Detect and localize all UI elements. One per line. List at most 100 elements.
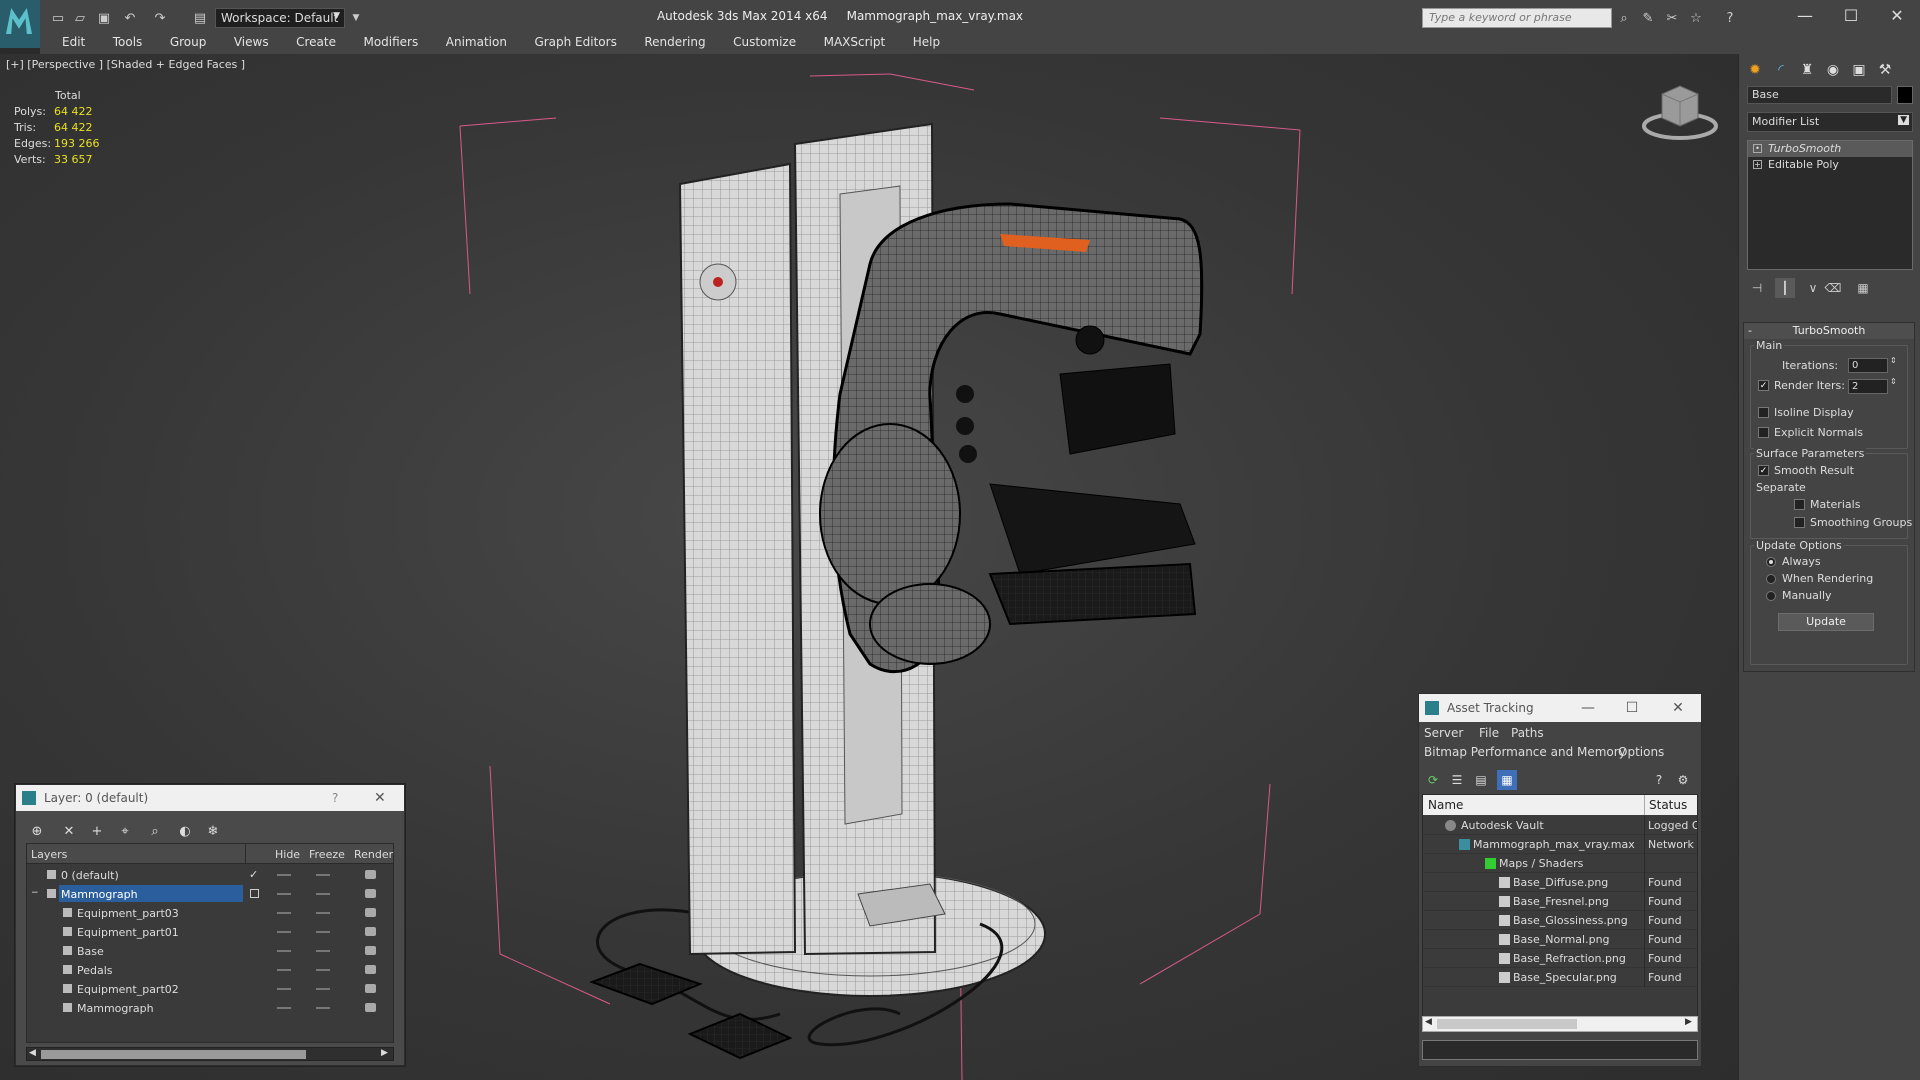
layer-row[interactable]: Mammograph	[27, 998, 393, 1017]
materials-checkbox[interactable]	[1794, 499, 1805, 510]
explicit-normals-checkbox[interactable]	[1758, 427, 1769, 438]
display-tab-icon[interactable]: ▣	[1847, 58, 1871, 82]
undo-icon[interactable]: ↶	[120, 8, 140, 28]
vault-settings-icon[interactable]: ⚙	[1673, 770, 1693, 790]
render-toggle-icon[interactable]	[365, 889, 376, 898]
menu-bitmap-performance[interactable]: Bitmap Performance and Memory	[1424, 745, 1626, 759]
freeze-all-icon[interactable]: ❄	[202, 821, 224, 841]
update-button[interactable]: Update	[1778, 613, 1874, 631]
scroll-left-icon[interactable]: ◀	[1425, 1017, 1432, 1027]
motion-tab-icon[interactable]: ◉	[1821, 58, 1845, 82]
spinner-arrows-icon[interactable]: ⇕	[1890, 377, 1897, 386]
asset-row[interactable]: Base_Normal.png Found	[1423, 930, 1697, 949]
expand-plus-icon[interactable]: +	[1753, 160, 1762, 169]
quick-access-dropdown-icon[interactable]: ▼	[346, 8, 366, 28]
menu-modifiers[interactable]: Modifiers	[351, 32, 430, 49]
layer-row[interactable]: Equipment_part01	[27, 922, 393, 941]
hide-toggle[interactable]	[277, 874, 291, 876]
hide-toggle[interactable]	[277, 931, 291, 933]
app-logo[interactable]	[0, 0, 40, 48]
column-status[interactable]: Status	[1649, 798, 1687, 812]
layer-row[interactable]: 0 (default) ✓	[27, 865, 393, 884]
column-name[interactable]: Name	[1428, 798, 1463, 812]
menu-paths[interactable]: Paths	[1511, 726, 1544, 740]
show-end-result-icon[interactable]: ┃	[1775, 278, 1795, 298]
highlight-layer-icon[interactable]: ⌕	[144, 821, 166, 841]
menu-rendering[interactable]: Rendering	[632, 32, 717, 49]
layer-row[interactable]: − Mammograph	[27, 884, 393, 903]
close-icon[interactable]: ✕	[1659, 694, 1697, 722]
layer-row[interactable]: Equipment_part03	[27, 903, 393, 922]
when-rendering-radio[interactable]	[1766, 574, 1776, 584]
scrollbar-thumb[interactable]	[1437, 1019, 1577, 1029]
viewcube-icon[interactable]	[1640, 74, 1720, 144]
asset-path-field[interactable]	[1422, 1040, 1698, 1060]
help-icon[interactable]: ?	[1720, 8, 1740, 28]
asset-row[interactable]: Base_Diffuse.png Found	[1423, 873, 1697, 892]
render-toggle-icon[interactable]	[365, 946, 376, 955]
menu-file[interactable]: File	[1479, 726, 1499, 740]
smooth-result-checkbox[interactable]: ✓	[1758, 465, 1769, 476]
menu-graph-editors[interactable]: Graph Editors	[522, 32, 628, 49]
menu-create[interactable]: Create	[284, 32, 348, 49]
freeze-toggle[interactable]	[316, 988, 330, 990]
add-to-layer-icon[interactable]: +	[86, 821, 108, 841]
tree-view-icon[interactable]: ▤	[1471, 770, 1491, 790]
menu-help[interactable]: Help	[901, 32, 952, 49]
menu-views[interactable]: Views	[222, 32, 281, 49]
asset-row[interactable]: Mammograph_max_vray.max Network P	[1423, 835, 1697, 854]
refresh-icon[interactable]: ⟳	[1423, 770, 1443, 790]
asset-row[interactable]: Autodesk Vault Logged Ou	[1423, 816, 1697, 835]
spinner-arrows-icon[interactable]: ⇕	[1890, 356, 1897, 365]
open-file-icon[interactable]: ▱	[70, 8, 90, 28]
render-iters-spinner[interactable]: 2	[1848, 379, 1888, 394]
checkmark-icon[interactable]: ✓	[249, 865, 258, 884]
hide-toggle[interactable]	[277, 912, 291, 914]
modifier-list-dropdown[interactable]: Modifier List ▼	[1747, 112, 1913, 132]
layer-horizontal-scrollbar[interactable]: ◀ ▶	[26, 1047, 394, 1061]
scroll-left-icon[interactable]: ◀	[29, 1048, 36, 1058]
always-radio[interactable]	[1766, 557, 1776, 567]
freeze-toggle[interactable]	[316, 931, 330, 933]
object-name-field[interactable]: Base	[1747, 86, 1892, 104]
hide-toggle[interactable]	[277, 893, 291, 895]
select-objects-icon[interactable]: ⌖	[114, 821, 136, 841]
pin-stack-icon[interactable]: ⊣	[1747, 278, 1767, 298]
hide-toggle[interactable]	[277, 969, 291, 971]
hide-toggle[interactable]	[277, 988, 291, 990]
vault-help-icon[interactable]: ?	[1649, 770, 1669, 790]
modify-tab-icon[interactable]: ◜	[1769, 58, 1793, 82]
layer-row[interactable]: Equipment_part02	[27, 979, 393, 998]
rollout-title[interactable]: - TurboSmooth	[1744, 323, 1914, 339]
menu-tools[interactable]: Tools	[101, 32, 155, 49]
maximize-icon[interactable]: ☐	[1613, 694, 1651, 722]
binoculars-icon[interactable]: ⌕	[1614, 8, 1634, 28]
create-tab-icon[interactable]: ✹	[1743, 58, 1767, 82]
menu-server[interactable]: Server	[1424, 726, 1463, 740]
smoothing-groups-checkbox[interactable]	[1794, 517, 1805, 528]
scrollbar-thumb[interactable]	[41, 1050, 306, 1059]
freeze-toggle[interactable]	[316, 969, 330, 971]
column-layers[interactable]: Layers	[31, 848, 67, 861]
asset-row[interactable]: Base_Refraction.png Found	[1423, 949, 1697, 968]
menu-animation[interactable]: Animation	[434, 32, 519, 49]
render-toggle-icon[interactable]	[365, 984, 376, 993]
column-render[interactable]: Render	[354, 848, 393, 861]
menu-maxscript[interactable]: MAXScript	[812, 32, 898, 49]
scroll-right-icon[interactable]: ▶	[381, 1048, 388, 1058]
isoline-display-checkbox[interactable]	[1758, 407, 1769, 418]
asset-row[interactable]: Base_Fresnel.png Found	[1423, 892, 1697, 911]
asset-row[interactable]: Base_Glossiness.png Found	[1423, 911, 1697, 930]
project-folder-icon[interactable]: ▤	[190, 8, 210, 28]
render-toggle-icon[interactable]	[365, 908, 376, 917]
redo-icon[interactable]: ↷	[150, 8, 170, 28]
manually-radio[interactable]	[1766, 591, 1776, 601]
asset-row[interactable]: Base_Specular.png Found	[1423, 968, 1697, 987]
stack-item-turbosmooth[interactable]: • TurboSmooth	[1748, 141, 1912, 157]
iterations-spinner[interactable]: 0	[1848, 358, 1888, 373]
render-toggle-icon[interactable]	[365, 870, 376, 879]
search-input[interactable]: Type a keyword or phrase	[1422, 8, 1612, 28]
freeze-toggle[interactable]	[316, 874, 330, 876]
render-toggle-icon[interactable]	[365, 927, 376, 936]
list-view-icon[interactable]: ☰	[1447, 770, 1467, 790]
